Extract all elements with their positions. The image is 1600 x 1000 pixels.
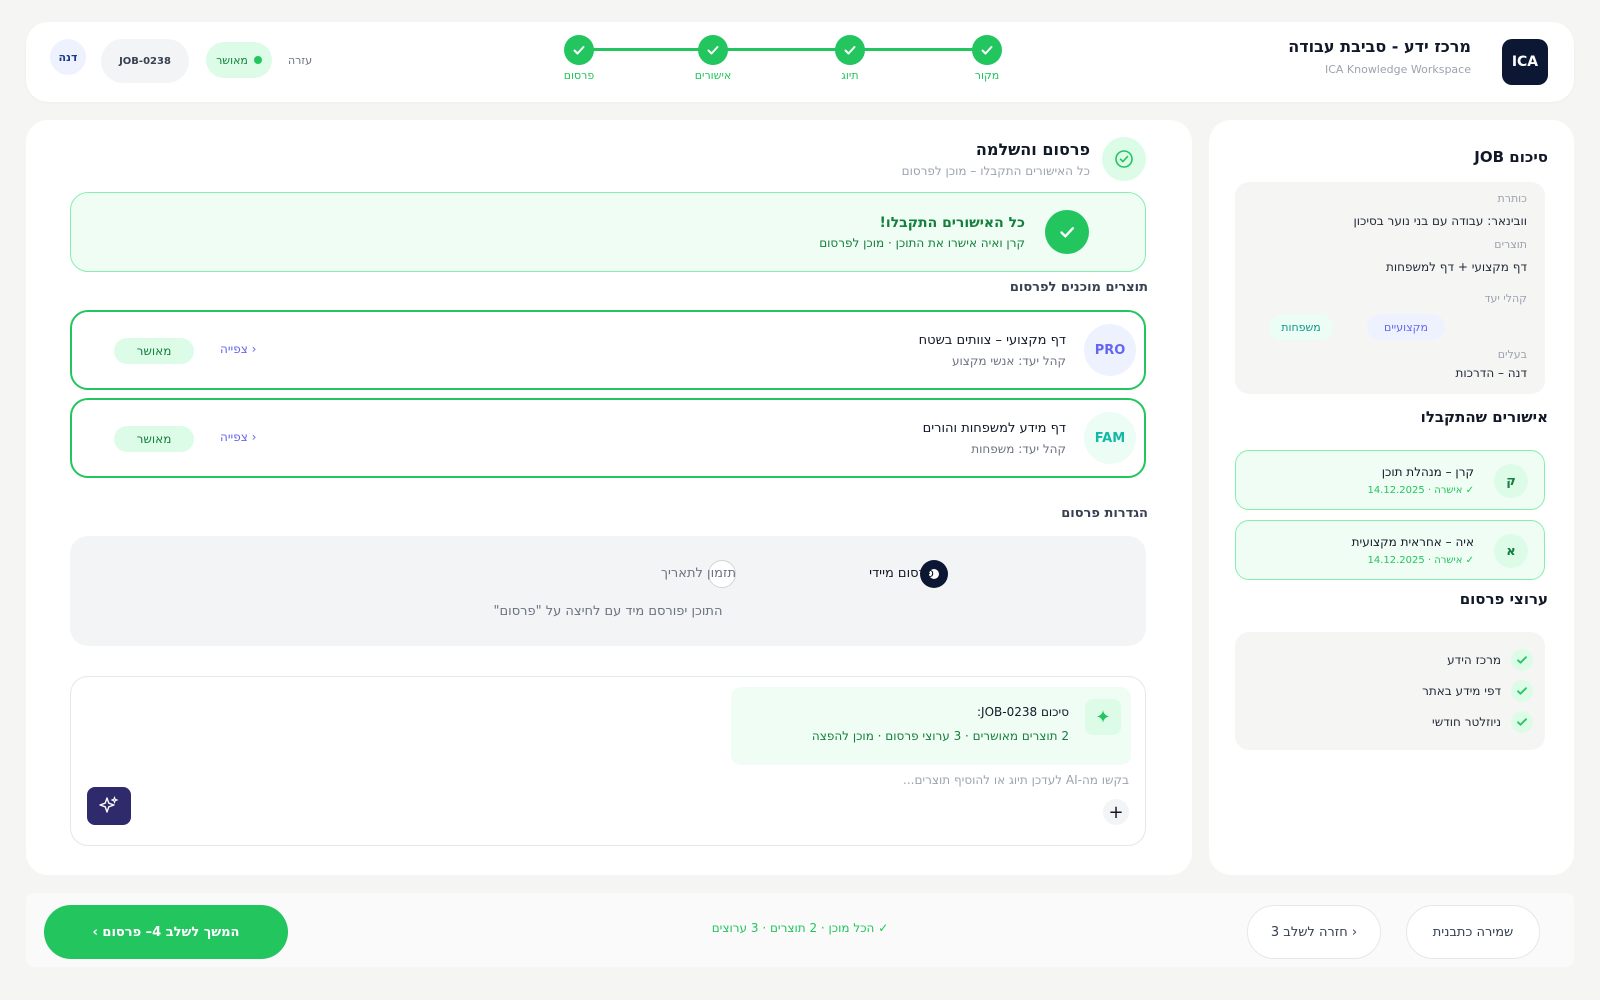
step-publish[interactable]: פרסום	[549, 35, 609, 82]
field-key: תוצרים	[1494, 238, 1527, 251]
composer-input[interactable]: בקשו מה-AI לעדכן תיוג או להוסיף תוצרים..…	[903, 773, 1129, 787]
approvals-title: אישורים שהתקבלו	[1420, 408, 1548, 426]
view-link[interactable]: צפייה ›	[220, 342, 256, 356]
step-label: מקור	[974, 69, 1000, 82]
product-type-badge: PRO	[1084, 324, 1136, 376]
product-title: דף מידע למשפחות והורים	[922, 421, 1066, 436]
field-key: קהלי יעד	[1484, 292, 1527, 305]
radio-label-now: פרסום מיידי	[869, 566, 934, 581]
settings-heading: הגדרות פרסום	[1061, 506, 1148, 521]
status-dot-icon	[253, 56, 262, 64]
channel-label: מרכז הידע	[1447, 653, 1501, 667]
approver-name: קרן – מנהלת תוכן	[1381, 465, 1474, 479]
ai-summary-text: 2 תוצרים מאושרים · 3 ערוצי פרסום · מוכן …	[811, 729, 1069, 743]
status-badge-label: מאושר	[216, 53, 248, 67]
view-link[interactable]: צפייה ›	[220, 430, 256, 444]
footer-bar: המשך לשלב 4– פרסום › ✓ הכל מוכן · 2 תוצר…	[26, 893, 1574, 967]
top-header: ICA מרכז ידע - סביבת עבודה ICA Knowledge…	[26, 22, 1574, 102]
product-audience: קהל יעד: אנשי מקצוע	[952, 354, 1066, 368]
channel-label: דפי מידע באתר	[1422, 684, 1501, 698]
app-title: מרכז ידע - סביבת עבודה	[1288, 37, 1471, 56]
step-label: אישורים	[694, 69, 732, 82]
settings-note: התוכן יפורסם מיד עם לחיצה על "פרסום"	[493, 604, 723, 619]
banner-title: כל האישורים התקבלו!	[879, 215, 1026, 231]
check-icon	[1045, 210, 1089, 254]
products-heading: תוצרים מוכנים לפרסום	[1009, 280, 1148, 295]
channels-title: ערוצי פרסום	[1459, 590, 1548, 608]
sparkle-icon: ✦	[1085, 699, 1121, 735]
main-panel: פרסום והשלמה כל האישורים התקבלו – מוכן ל…	[26, 120, 1192, 875]
status-badge: מאושר	[206, 42, 272, 78]
channel-item[interactable]: מרכז הידע	[1447, 648, 1533, 672]
check-icon	[972, 35, 1002, 65]
ai-summary-card: ✦ סיכום JOB-0238: 2 תוצרים מאושרים · 3 ע…	[731, 687, 1131, 765]
ai-composer: ✦ סיכום JOB-0238: 2 תוצרים מאושרים · 3 ע…	[70, 676, 1146, 846]
channel-item[interactable]: דפי מידע באתר	[1422, 679, 1533, 703]
avatar: א	[1494, 534, 1528, 568]
section-subtitle: כל האישורים התקבלו – מוכן לפרסום	[901, 164, 1090, 178]
add-attachment-button[interactable]: +	[1103, 799, 1129, 825]
stepper-line	[579, 48, 987, 51]
product-type-badge: FAM	[1084, 412, 1136, 464]
audience-tag: משפחות	[1269, 314, 1333, 340]
step-label: תיוג	[841, 69, 859, 82]
back-button[interactable]: ‹ חזרה לשלב 3	[1247, 905, 1381, 959]
product-title: דף מקצועי – צוותים בשטח	[918, 333, 1066, 348]
user-avatar[interactable]: דנה	[50, 39, 86, 75]
channel-item[interactable]: ניוזלטר חודשי	[1432, 710, 1533, 734]
field-value: דנה – הדרכות	[1455, 366, 1528, 380]
approver-name: איה – אחראית מקצועית	[1351, 535, 1474, 549]
product-card[interactable]: FAM דף מידע למשפחות והורים קהל יעד: משפח…	[70, 398, 1146, 478]
approval-card: ק קרן – מנהלת תוכן ✓ אישרה · 14.12.2025	[1235, 450, 1545, 510]
app-logo: ICA	[1502, 39, 1548, 85]
summary-sidebar: סיכום JOB כותרת וובינאר: עבודה עם בני נו…	[1209, 120, 1574, 875]
check-icon	[698, 35, 728, 65]
product-audience: קהל יעד: משפחות	[971, 442, 1066, 456]
publish-settings: פרסום מיידי תזמון לתאריך התוכן יפורסם מי…	[70, 536, 1146, 646]
product-card[interactable]: PRO דף מקצועי – צוותים בשטח קהל יעד: אנש…	[70, 310, 1146, 390]
job-id-badge[interactable]: JOB-0238	[101, 39, 189, 83]
status-badge: מאושר	[114, 338, 194, 364]
ai-magic-button[interactable]	[87, 787, 131, 825]
step-label: פרסום	[563, 69, 595, 82]
channels-list: מרכז הידע דפי מידע באתר ניוזלטר חודשי	[1235, 632, 1545, 750]
step-approvals[interactable]: אישורים	[683, 35, 743, 82]
check-circle-icon	[1102, 137, 1146, 181]
job-summary: כותרת וובינאר: עבודה עם בני נוער בסיכון …	[1235, 182, 1545, 394]
approval-card: א איה – אחראית מקצועית ✓ אישרה · 14.12.2…	[1235, 520, 1545, 580]
approval-meta: ✓ אישרה · 14.12.2025	[1367, 485, 1474, 496]
field-key: בעלים	[1497, 348, 1527, 361]
avatar: ק	[1494, 464, 1528, 498]
check-icon	[1511, 680, 1533, 702]
channel-label: ניוזלטר חודשי	[1432, 715, 1501, 729]
app-subtitle: ICA Knowledge Workspace	[1324, 63, 1471, 76]
radio-label-schedule: תזמון לתאריך	[661, 566, 736, 581]
check-icon	[1511, 649, 1533, 671]
check-icon	[1511, 711, 1533, 733]
save-template-button[interactable]: שמירה כתבנית	[1406, 905, 1540, 959]
field-key: כותרת	[1497, 192, 1527, 205]
ai-summary-title: סיכום JOB-0238:	[976, 705, 1069, 719]
status-badge: מאושר	[114, 426, 194, 452]
audience-tag: מקצועיים	[1367, 314, 1445, 340]
help-link[interactable]: עזרה	[288, 54, 312, 67]
step-source[interactable]: מקור	[957, 35, 1017, 82]
success-banner: כל האישורים התקבלו! קרן ואיה אישרו את הת…	[70, 192, 1146, 272]
check-icon	[835, 35, 865, 65]
field-value: וובינאר: עבודה עם בני נוער בסיכון	[1353, 214, 1527, 228]
section-title: פרסום והשלמה	[975, 140, 1090, 159]
step-tagging[interactable]: תיוג	[820, 35, 880, 82]
field-value: דף מקצועי + דף למשפחות	[1386, 260, 1527, 274]
summary-title: סיכום JOB	[1474, 148, 1548, 166]
approval-meta: ✓ אישרה · 14.12.2025	[1367, 555, 1474, 566]
check-icon	[564, 35, 594, 65]
banner-text: קרן ואיה אישרו את התוכן · מוכן לפרסום	[819, 236, 1025, 250]
